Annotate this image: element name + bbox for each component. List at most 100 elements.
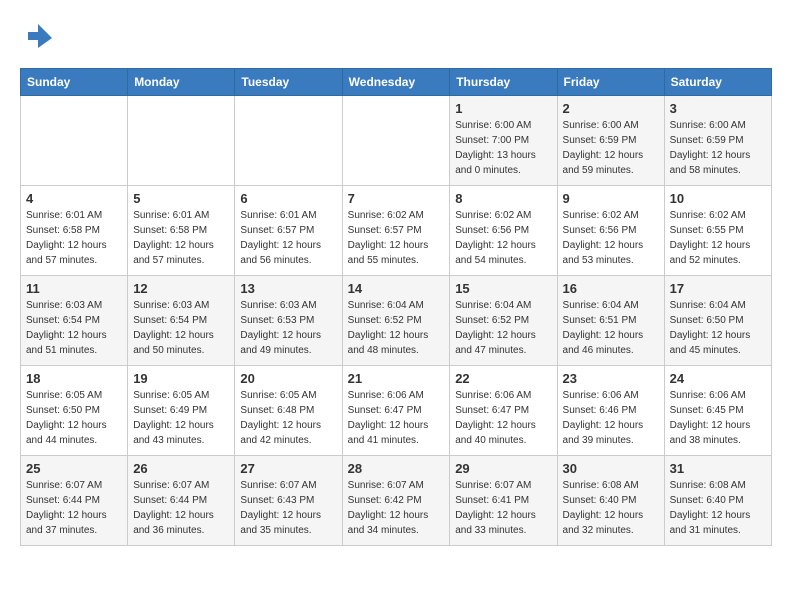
- day-cell: 19 Sunrise: 6:05 AMSunset: 6:49 PMDayligh…: [128, 366, 235, 456]
- day-number: 31: [670, 461, 766, 476]
- day-number: 17: [670, 281, 766, 296]
- day-info: Sunrise: 6:06 AMSunset: 6:45 PMDaylight:…: [670, 388, 766, 448]
- day-cell: 30Sunrise: 6:08 AMSunset: 6:40 PMDayligh…: [557, 456, 664, 546]
- day-cell: 1Sunrise: 6:00 AMSunset: 7:00 PMDaylight…: [450, 96, 557, 186]
- day-cell: 22 Sunrise: 6:06 AMSunset: 6:47 PMDayligh…: [450, 366, 557, 456]
- day-cell: 25 Sunrise: 6:07 AMSunset: 6:44 PMDayligh…: [21, 456, 128, 546]
- day-cell: 6 Sunrise: 6:01 AMSunset: 6:57 PMDaylight…: [235, 186, 342, 276]
- day-cell: 11 Sunrise: 6:03 AMSunset: 6:54 PMDayligh…: [21, 276, 128, 366]
- day-info: Sunrise: 6:05 AMSunset: 6:49 PMDaylight:…: [133, 388, 229, 448]
- day-info: Sunrise: 6:02 AMSunset: 6:55 PMDaylight:…: [670, 208, 766, 268]
- calendar-table: SundayMondayTuesdayWednesdayThursdayFrid…: [20, 68, 772, 546]
- day-number: 10: [670, 191, 766, 206]
- day-cell: 26 Sunrise: 6:07 AMSunset: 6:44 PMDayligh…: [128, 456, 235, 546]
- day-number: 19: [133, 371, 229, 386]
- day-cell: 10 Sunrise: 6:02 AMSunset: 6:55 PMDayligh…: [664, 186, 771, 276]
- day-info: Sunrise: 6:00 AMSunset: 6:59 PMDaylight:…: [670, 118, 766, 178]
- day-number: 25: [26, 461, 122, 476]
- day-number: 18: [26, 371, 122, 386]
- day-info: Sunrise: 6:02 AMSunset: 6:56 PMDaylight:…: [455, 208, 551, 268]
- day-cell: 4 Sunrise: 6:01 AMSunset: 6:58 PMDaylight…: [21, 186, 128, 276]
- day-info: Sunrise: 6:06 AMSunset: 6:47 PMDaylight:…: [455, 388, 551, 448]
- day-number: 28: [348, 461, 445, 476]
- day-info: Sunrise: 6:07 AMSunset: 6:43 PMDaylight:…: [240, 478, 336, 538]
- day-number: 1: [455, 101, 551, 116]
- day-info: Sunrise: 6:04 AMSunset: 6:50 PMDaylight:…: [670, 298, 766, 358]
- day-number: 3: [670, 101, 766, 116]
- day-number: 14: [348, 281, 445, 296]
- day-cell: 13Sunrise: 6:03 AMSunset: 6:53 PMDayligh…: [235, 276, 342, 366]
- day-cell: 27 Sunrise: 6:07 AMSunset: 6:43 PMDayligh…: [235, 456, 342, 546]
- day-number: 21: [348, 371, 445, 386]
- day-cell: 15 Sunrise: 6:04 AMSunset: 6:52 PMDayligh…: [450, 276, 557, 366]
- day-number: 12: [133, 281, 229, 296]
- day-number: 23: [563, 371, 659, 386]
- header-wednesday: Wednesday: [342, 69, 450, 96]
- day-info: Sunrise: 6:01 AMSunset: 6:57 PMDaylight:…: [240, 208, 336, 268]
- day-cell: 5 Sunrise: 6:01 AMSunset: 6:58 PMDaylight…: [128, 186, 235, 276]
- day-number: 4: [26, 191, 122, 206]
- day-number: 22: [455, 371, 551, 386]
- header-monday: Monday: [128, 69, 235, 96]
- day-info: Sunrise: 6:02 AMSunset: 6:57 PMDaylight:…: [348, 208, 445, 268]
- day-cell: [235, 96, 342, 186]
- day-cell: 7Sunrise: 6:02 AMSunset: 6:57 PMDaylight…: [342, 186, 450, 276]
- day-info: Sunrise: 6:00 AMSunset: 6:59 PMDaylight:…: [563, 118, 659, 178]
- day-info: Sunrise: 6:04 AMSunset: 6:51 PMDaylight:…: [563, 298, 659, 358]
- header-thursday: Thursday: [450, 69, 557, 96]
- day-cell: 8Sunrise: 6:02 AMSunset: 6:56 PMDaylight…: [450, 186, 557, 276]
- day-number: 2: [563, 101, 659, 116]
- logo-icon: [20, 20, 52, 52]
- day-number: 11: [26, 281, 122, 296]
- day-info: Sunrise: 6:06 AMSunset: 6:47 PMDaylight:…: [348, 388, 445, 448]
- day-number: 5: [133, 191, 229, 206]
- day-cell: 23 Sunrise: 6:06 AMSunset: 6:46 PMDayligh…: [557, 366, 664, 456]
- day-number: 20: [240, 371, 336, 386]
- week-row-5: 25 Sunrise: 6:07 AMSunset: 6:44 PMDayligh…: [21, 456, 772, 546]
- day-cell: 3 Sunrise: 6:00 AMSunset: 6:59 PMDaylight…: [664, 96, 771, 186]
- day-info: Sunrise: 6:01 AMSunset: 6:58 PMDaylight:…: [26, 208, 122, 268]
- day-cell: 9 Sunrise: 6:02 AMSunset: 6:56 PMDaylight…: [557, 186, 664, 276]
- day-cell: 28 Sunrise: 6:07 AMSunset: 6:42 PMDayligh…: [342, 456, 450, 546]
- day-cell: 31Sunrise: 6:08 AMSunset: 6:40 PMDayligh…: [664, 456, 771, 546]
- day-number: 29: [455, 461, 551, 476]
- day-info: Sunrise: 6:04 AMSunset: 6:52 PMDaylight:…: [348, 298, 445, 358]
- week-row-1: 1Sunrise: 6:00 AMSunset: 7:00 PMDaylight…: [21, 96, 772, 186]
- day-number: 9: [563, 191, 659, 206]
- day-cell: [342, 96, 450, 186]
- day-cell: 14 Sunrise: 6:04 AMSunset: 6:52 PMDayligh…: [342, 276, 450, 366]
- day-info: Sunrise: 6:07 AMSunset: 6:44 PMDaylight:…: [133, 478, 229, 538]
- day-info: Sunrise: 6:02 AMSunset: 6:56 PMDaylight:…: [563, 208, 659, 268]
- day-info: Sunrise: 6:05 AMSunset: 6:48 PMDaylight:…: [240, 388, 336, 448]
- day-info: Sunrise: 6:04 AMSunset: 6:52 PMDaylight:…: [455, 298, 551, 358]
- page-header: [20, 20, 772, 52]
- day-cell: 24 Sunrise: 6:06 AMSunset: 6:45 PMDayligh…: [664, 366, 771, 456]
- day-cell: 2 Sunrise: 6:00 AMSunset: 6:59 PMDaylight…: [557, 96, 664, 186]
- day-info: Sunrise: 6:03 AMSunset: 6:54 PMDaylight:…: [26, 298, 122, 358]
- day-cell: 16 Sunrise: 6:04 AMSunset: 6:51 PMDayligh…: [557, 276, 664, 366]
- day-cell: [21, 96, 128, 186]
- week-row-3: 11 Sunrise: 6:03 AMSunset: 6:54 PMDayligh…: [21, 276, 772, 366]
- day-info: Sunrise: 6:07 AMSunset: 6:41 PMDaylight:…: [455, 478, 551, 538]
- day-number: 15: [455, 281, 551, 296]
- day-cell: 20 Sunrise: 6:05 AMSunset: 6:48 PMDayligh…: [235, 366, 342, 456]
- day-cell: 18 Sunrise: 6:05 AMSunset: 6:50 PMDayligh…: [21, 366, 128, 456]
- day-info: Sunrise: 6:01 AMSunset: 6:58 PMDaylight:…: [133, 208, 229, 268]
- day-info: Sunrise: 6:06 AMSunset: 6:46 PMDaylight:…: [563, 388, 659, 448]
- day-cell: [128, 96, 235, 186]
- day-number: 16: [563, 281, 659, 296]
- day-number: 26: [133, 461, 229, 476]
- day-info: Sunrise: 6:07 AMSunset: 6:44 PMDaylight:…: [26, 478, 122, 538]
- day-info: Sunrise: 6:03 AMSunset: 6:54 PMDaylight:…: [133, 298, 229, 358]
- day-cell: 12 Sunrise: 6:03 AMSunset: 6:54 PMDayligh…: [128, 276, 235, 366]
- header-tuesday: Tuesday: [235, 69, 342, 96]
- day-info: Sunrise: 6:05 AMSunset: 6:50 PMDaylight:…: [26, 388, 122, 448]
- logo: [20, 20, 56, 52]
- day-number: 27: [240, 461, 336, 476]
- day-info: Sunrise: 6:07 AMSunset: 6:42 PMDaylight:…: [348, 478, 445, 538]
- day-cell: 21 Sunrise: 6:06 AMSunset: 6:47 PMDayligh…: [342, 366, 450, 456]
- day-number: 30: [563, 461, 659, 476]
- day-number: 6: [240, 191, 336, 206]
- day-cell: 17 Sunrise: 6:04 AMSunset: 6:50 PMDayligh…: [664, 276, 771, 366]
- day-number: 24: [670, 371, 766, 386]
